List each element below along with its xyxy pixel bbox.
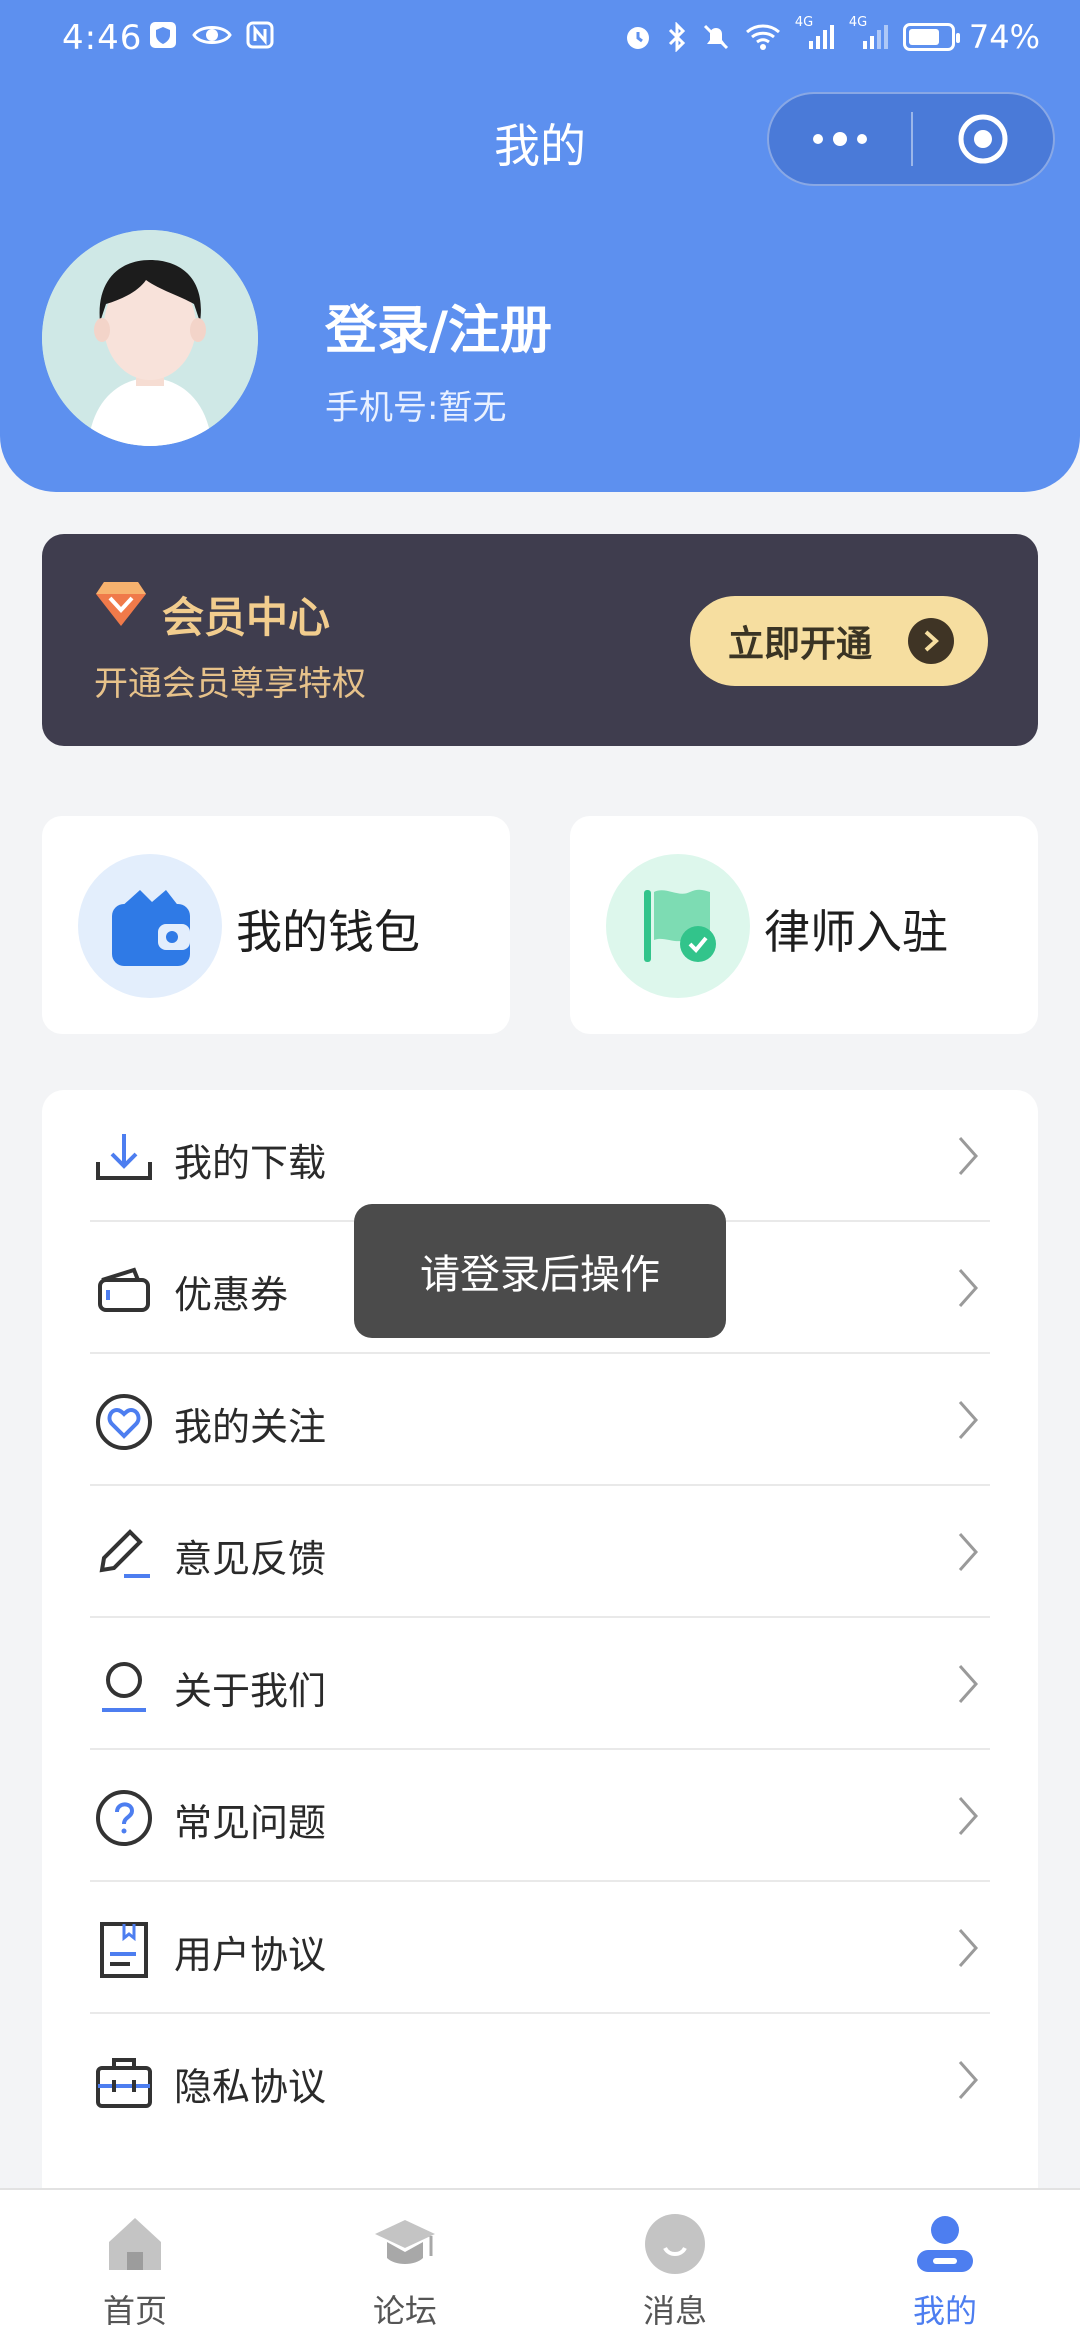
menu-item-about[interactable]: 关于我们	[90, 1618, 990, 1750]
bottom-tab-bar: 首页 论坛 消息 我的	[0, 2188, 1080, 2342]
chevron-right-icon	[956, 1794, 980, 1842]
tab-forum[interactable]: 论坛	[270, 2190, 540, 2342]
signal-icon: 4G	[795, 15, 835, 51]
menu-label: 常见问题	[174, 1801, 327, 1845]
status-time: 4:46	[62, 18, 143, 58]
wallet-icon	[78, 854, 222, 998]
menu-label: 用户协议	[174, 1933, 327, 1977]
alarm-icon	[623, 22, 653, 52]
tab-label: 首页	[102, 2292, 167, 2330]
menu-item-feedback[interactable]: 意见反馈	[90, 1486, 990, 1618]
briefcase-icon	[92, 2050, 156, 2114]
status-bar: 4:46 4G 4G 74%	[0, 0, 1080, 76]
tab-label: 我的	[912, 2292, 977, 2330]
menu-label: 我的关注	[174, 1405, 327, 1449]
login-required-toast: 请登录后操作	[354, 1204, 726, 1338]
heart-icon	[92, 1390, 156, 1454]
menu-item-following[interactable]: 我的关注	[90, 1354, 990, 1486]
mute-bell-icon	[701, 22, 731, 52]
login-register-link[interactable]: 登录/注册	[325, 288, 552, 363]
menu-label: 我的下载	[174, 1141, 327, 1185]
wifi-icon	[745, 23, 781, 51]
chevron-right-icon	[956, 1662, 980, 1710]
diamond-icon	[94, 580, 148, 634]
coupon-icon	[92, 1258, 156, 1322]
shield-icon	[148, 20, 178, 50]
document-icon	[92, 1918, 156, 1982]
download-icon	[92, 1126, 156, 1190]
wallet-card[interactable]: 我的钱包	[42, 816, 510, 1034]
flag-check-icon	[606, 854, 750, 998]
profile-header: 4:46 4G 4G 74% 我的 登录/注册 手机号:暂无	[0, 0, 1080, 492]
activate-member-label: 立即开通	[728, 624, 873, 665]
chevron-right-icon	[908, 618, 954, 664]
mini-program-capsule	[767, 92, 1055, 186]
chevron-right-icon	[956, 1530, 980, 1578]
member-subtitle: 开通会员尊享特权	[94, 664, 366, 704]
more-dot	[833, 132, 847, 146]
tab-messages[interactable]: 消息	[540, 2190, 810, 2342]
graduation-cap-icon	[373, 2212, 437, 2276]
tab-label: 论坛	[372, 2292, 437, 2330]
chevron-right-icon	[956, 1398, 980, 1446]
nfc-icon	[246, 21, 274, 49]
lawyer-join-card[interactable]: 律师入驻	[570, 816, 1038, 1034]
network-type-1: 4G	[794, 15, 814, 30]
chevron-right-icon	[956, 2058, 980, 2106]
menu-label: 隐私协议	[174, 2065, 327, 2109]
menu-label: 意见反馈	[174, 1537, 327, 1581]
battery-icon	[902, 23, 960, 51]
more-button[interactable]	[769, 94, 911, 184]
network-type-2: 4G	[848, 15, 868, 30]
eye-icon	[192, 22, 232, 48]
menu-item-user-agreement[interactable]: 用户协议	[90, 1882, 990, 2014]
wallet-label: 我的钱包	[236, 905, 420, 959]
profile-icon	[913, 2212, 977, 2276]
chevron-right-icon	[956, 1926, 980, 1974]
menu-item-faq[interactable]: 常见问题	[90, 1750, 990, 1882]
more-dot	[857, 134, 867, 144]
menu-item-downloads[interactable]: 我的下载	[90, 1090, 990, 1222]
question-icon	[92, 1786, 156, 1850]
menu-label: 优惠券	[174, 1273, 289, 1317]
signal-icon-2: 4G	[849, 15, 889, 51]
activate-member-button[interactable]: 立即开通	[690, 596, 988, 686]
tab-mine[interactable]: 我的	[810, 2190, 1080, 2342]
member-title: 会员中心	[162, 593, 331, 642]
member-center-card[interactable]: 会员中心 开通会员尊享特权 立即开通	[42, 534, 1038, 746]
more-dot	[813, 134, 823, 144]
user-circle-icon	[92, 1654, 156, 1718]
phone-number: 手机号:暂无	[325, 388, 507, 428]
close-button[interactable]	[913, 112, 1053, 166]
battery-percent: 74%	[968, 18, 1040, 56]
home-icon	[103, 2212, 167, 2276]
chevron-right-icon	[956, 1266, 980, 1314]
tab-label: 消息	[642, 2292, 707, 2330]
edit-icon	[92, 1522, 156, 1586]
chevron-right-icon	[956, 1134, 980, 1182]
menu-label: 关于我们	[174, 1669, 327, 1713]
avatar[interactable]	[42, 230, 258, 446]
lawyer-join-label: 律师入驻	[764, 905, 948, 959]
tab-home[interactable]: 首页	[0, 2190, 270, 2342]
bluetooth-icon	[667, 22, 687, 52]
menu-item-privacy-agreement[interactable]: 隐私协议	[90, 2014, 990, 2146]
chat-face-icon	[643, 2212, 707, 2276]
target-icon	[958, 114, 1008, 164]
